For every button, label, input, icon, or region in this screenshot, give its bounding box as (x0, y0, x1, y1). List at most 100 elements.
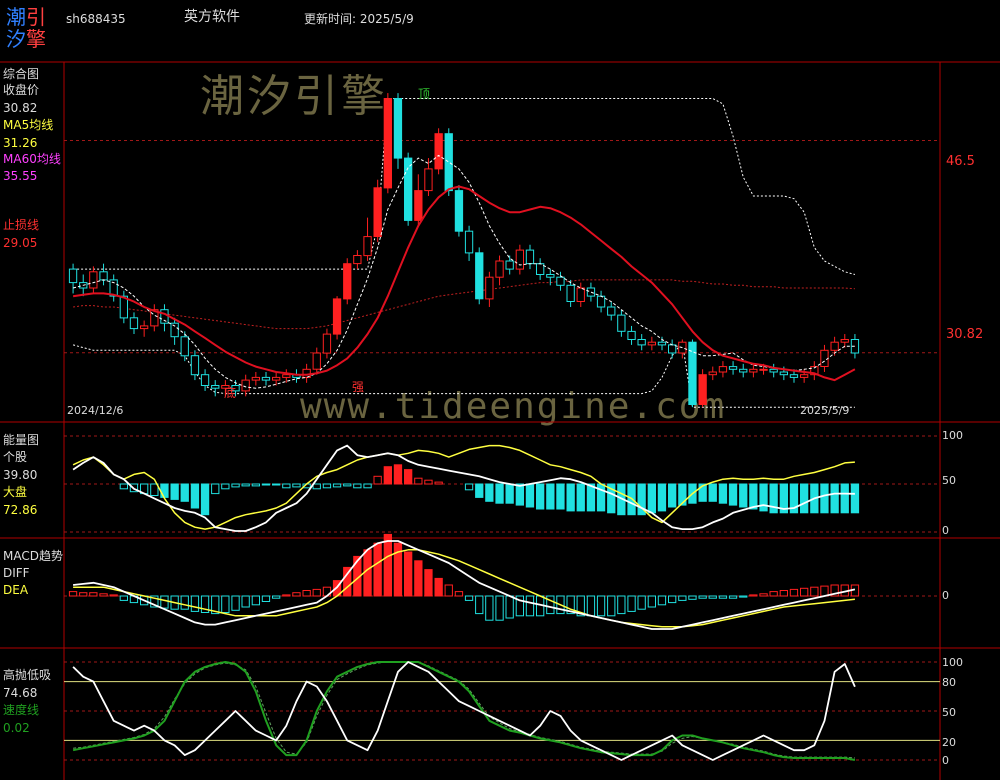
candle (495, 260, 504, 278)
candle (129, 317, 139, 330)
candle (404, 157, 413, 221)
candle (464, 230, 474, 254)
macd-bar (637, 595, 646, 610)
candle (200, 374, 210, 387)
macd-bar (505, 595, 514, 619)
candle (617, 314, 626, 332)
ma-short-line (72, 154, 855, 389)
osc-speed-label: 速度线 (3, 703, 40, 717)
candle (779, 371, 789, 376)
candle (332, 298, 342, 335)
macd-bar (586, 595, 596, 617)
energy-bar (180, 483, 189, 502)
candle (546, 274, 555, 278)
candle (718, 366, 728, 373)
candle (444, 133, 453, 192)
macd-bar (241, 595, 250, 608)
energy-tick-100: 100 (942, 429, 963, 442)
macd-bar (454, 591, 464, 597)
ma60-value: 35.55 (3, 169, 38, 183)
ma-long-line (72, 185, 856, 382)
candle (728, 366, 738, 370)
osc-speed-value: 0.02 (3, 721, 30, 735)
energy-bar (718, 483, 728, 504)
energy-bar (261, 483, 271, 486)
marker-top: 顶 (418, 87, 431, 101)
candle (251, 376, 260, 381)
macd-bar (282, 594, 291, 597)
macd-bar (272, 595, 281, 599)
close-label: 收盘价 (3, 83, 40, 97)
macd-bar (119, 595, 128, 601)
macd-bar (363, 549, 372, 597)
candle (515, 249, 525, 270)
candle (99, 271, 108, 281)
energy-bar (251, 483, 260, 487)
energy-bar (272, 483, 281, 486)
macd-bar (810, 586, 819, 597)
date-start: 2024/12/6 (67, 404, 124, 417)
macd-bar (99, 593, 108, 597)
macd-bar (89, 592, 98, 597)
energy-bar (383, 466, 393, 485)
macd-panel-title: MACD趋势 (3, 549, 63, 563)
macd-bar (495, 595, 504, 621)
candle (840, 339, 849, 343)
candle (160, 309, 169, 324)
candle (312, 352, 321, 370)
energy-bar (708, 483, 717, 502)
candle (343, 263, 352, 300)
candle (424, 168, 433, 192)
candle (393, 98, 403, 159)
stock-chart-window: { "header": { "logo_chars": ["潮","引","汐"… (0, 0, 1000, 780)
osc-tick-20: 20 (942, 736, 956, 749)
candle (485, 276, 494, 300)
macd-bar (596, 595, 606, 617)
candle (789, 374, 799, 378)
macd-bar (292, 592, 301, 597)
candle (140, 325, 149, 330)
candle (657, 341, 667, 346)
energy-bar (241, 483, 250, 487)
candle (89, 271, 98, 289)
energy-stock-label: 个股 (3, 450, 28, 464)
candle (586, 287, 596, 297)
macd-bar (749, 594, 758, 597)
candle (647, 341, 657, 346)
candle (475, 252, 484, 300)
energy-bar (566, 483, 575, 512)
candle (830, 341, 839, 351)
energy-bar (800, 483, 809, 514)
stop-label: 止损线 (3, 218, 40, 232)
energy-bar (546, 483, 555, 510)
close-value: 30.82 (3, 101, 38, 115)
candle (800, 374, 809, 378)
candle (739, 368, 748, 373)
stop-value: 29.05 (3, 236, 38, 250)
energy-bar (495, 483, 504, 504)
macd-bar (728, 595, 738, 599)
macd-bar (668, 595, 677, 604)
energy-bar (292, 483, 301, 488)
candle (190, 355, 200, 376)
candle (353, 255, 362, 265)
macd-dea-label: DEA (3, 583, 29, 597)
macd-bar (525, 595, 535, 617)
ma5-label: MA5均线 (3, 118, 54, 132)
date-end: 2025/5/9 (800, 404, 850, 417)
ma60-label: MA60均线 (3, 152, 61, 166)
macd-bar (464, 595, 474, 601)
energy-bar (678, 483, 687, 506)
candle (668, 344, 677, 354)
candle (596, 295, 606, 308)
energy-bar (576, 483, 585, 512)
energy-bar (850, 483, 860, 514)
macd-bar (647, 595, 657, 608)
candle (749, 368, 758, 373)
energy-bar (759, 483, 768, 512)
energy-bar (424, 479, 433, 485)
energy-bar (200, 483, 210, 516)
macd-bar (485, 595, 494, 621)
energy-bar (332, 483, 342, 488)
energy-bar (515, 483, 525, 506)
